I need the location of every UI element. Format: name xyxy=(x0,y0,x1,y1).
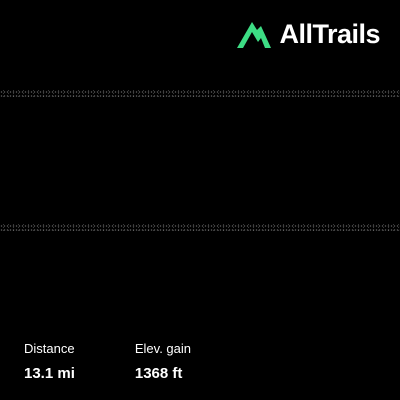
distance-stat: Distance 13.1 mi xyxy=(24,342,75,381)
elevation-label: Elev. gain xyxy=(134,341,192,356)
elevation-stat: Elev. gain 1368 ft xyxy=(135,342,191,381)
map-edge-noise-top xyxy=(0,90,400,98)
map-edge-noise-bottom xyxy=(0,224,400,232)
trail-stats: Distance 13.1 mi Elev. gain 1368 ft xyxy=(24,342,191,381)
elevation-value: 1368 ft xyxy=(134,365,183,382)
mountain-logo-icon xyxy=(237,22,272,48)
brand-header: AllTrails xyxy=(235,18,380,50)
brand-name: AllTrails xyxy=(279,18,380,49)
distance-label: Distance xyxy=(24,341,75,356)
distance-value: 13.1 mi xyxy=(24,365,75,382)
